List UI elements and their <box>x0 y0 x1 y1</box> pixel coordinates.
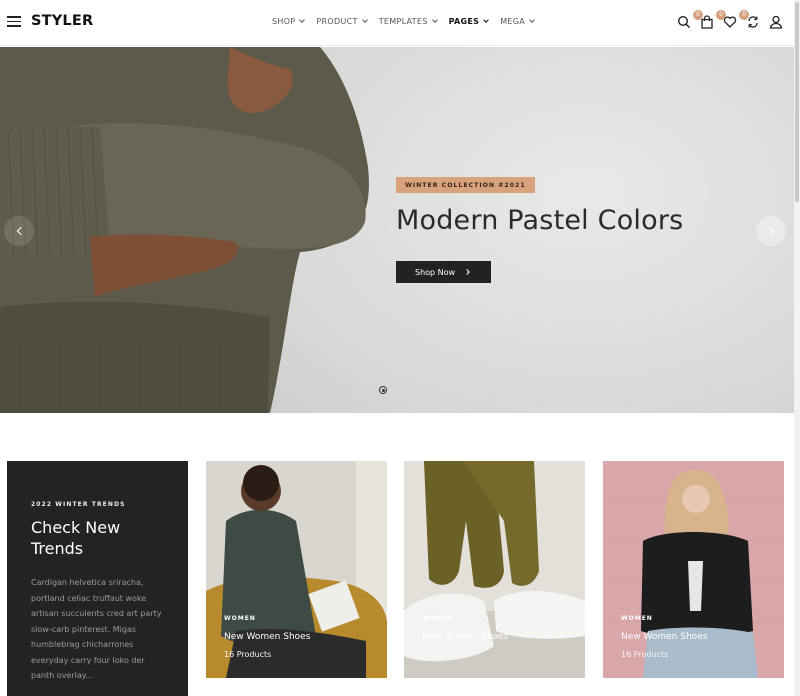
nav-label: PRODUCT <box>316 17 358 26</box>
slider-next-button[interactable] <box>756 216 786 246</box>
hero-image <box>0 47 369 413</box>
chevron-right-icon <box>765 226 774 236</box>
scrollbar-thumb[interactable] <box>795 2 799 202</box>
category-tag: WOMEN <box>224 615 256 622</box>
main-nav: SHOP PRODUCT TEMPLATES PAGES MEGA <box>272 17 546 26</box>
nav-label: TEMPLATES <box>378 17 428 26</box>
nav-item-mega[interactable]: MEGA <box>500 17 535 26</box>
trends-promo-card[interactable]: 2022 WINTER TRENDS Check New Trends Card… <box>7 461 188 696</box>
shop-now-label: Shop Now <box>415 267 456 277</box>
chevron-left-icon <box>16 226 25 236</box>
category-image <box>603 461 784 678</box>
category-image <box>404 461 585 678</box>
nav-label: SHOP <box>272 17 296 26</box>
category-name: New Women Shoes <box>422 632 509 642</box>
promo-title: Check New Trends <box>31 518 121 558</box>
page-scrollbar[interactable] <box>794 0 800 696</box>
shop-now-button[interactable]: Shop Now <box>396 261 491 283</box>
cart-button[interactable]: 0 <box>693 10 715 31</box>
category-tag: WOMEN <box>422 615 454 622</box>
nav-item-product[interactable]: PRODUCT <box>316 17 368 26</box>
category-tag: WOMEN <box>621 615 653 622</box>
chevron-down-icon <box>361 17 368 23</box>
category-count: 16 Products <box>621 650 669 659</box>
category-image <box>206 461 387 678</box>
category-card-1[interactable]: WOMEN New Women Shoes 16 Products <box>206 461 387 678</box>
category-count: 16 Products <box>422 650 470 659</box>
hero-title: Modern Pastel Colors <box>396 205 684 236</box>
nav-item-shop[interactable]: SHOP <box>272 17 306 26</box>
compare-button[interactable]: 0 <box>739 10 761 31</box>
chevron-down-icon <box>431 17 438 23</box>
account-button[interactable] <box>768 13 784 31</box>
promo-text: Cardigan helvetica sriracha, portland ce… <box>31 578 162 680</box>
search-button[interactable] <box>676 13 692 31</box>
category-name: New Women Shoes <box>224 632 311 642</box>
hero-slider: WINTER COLLECTION #2021 Modern Pastel Co… <box>0 47 794 413</box>
compare-count-badge: 0 <box>739 10 749 20</box>
nav-item-templates[interactable]: TEMPLATES <box>378 17 438 26</box>
header-icons: 0 0 0 <box>669 10 784 31</box>
hero-tag: WINTER COLLECTION #2021 <box>396 177 535 193</box>
category-count: 16 Products <box>224 650 272 659</box>
category-name: New Women Shoes <box>621 632 708 642</box>
wishlist-count-badge: 0 <box>716 10 726 20</box>
category-card-2[interactable]: WOMEN New Women Shoes 16 Products <box>404 461 585 678</box>
promo-eyebrow: 2022 WINTER TRENDS <box>31 501 126 508</box>
slider-prev-button[interactable] <box>4 216 34 246</box>
chevron-right-icon <box>464 269 470 275</box>
logo[interactable]: STYLER <box>31 13 93 29</box>
wishlist-button[interactable]: 0 <box>716 10 738 31</box>
chevron-down-icon <box>483 17 490 23</box>
chevron-down-icon <box>299 17 306 23</box>
page: STYLER SHOP PRODUCT TEMPLATES PAGES MEGA… <box>0 0 800 696</box>
site-header: STYLER SHOP PRODUCT TEMPLATES PAGES MEGA… <box>0 0 794 46</box>
user-icon <box>769 15 783 29</box>
cart-count-badge: 0 <box>693 10 703 20</box>
nav-label: MEGA <box>500 17 526 26</box>
hamburger-icon[interactable] <box>7 16 21 28</box>
category-card-3[interactable]: WOMEN New Women Shoes 16 Products <box>603 461 784 678</box>
chevron-down-icon <box>529 17 535 23</box>
search-icon <box>677 15 691 29</box>
nav-item-pages[interactable]: PAGES <box>448 17 490 26</box>
slider-dot-active[interactable] <box>379 386 387 394</box>
nav-label: PAGES <box>448 17 480 26</box>
